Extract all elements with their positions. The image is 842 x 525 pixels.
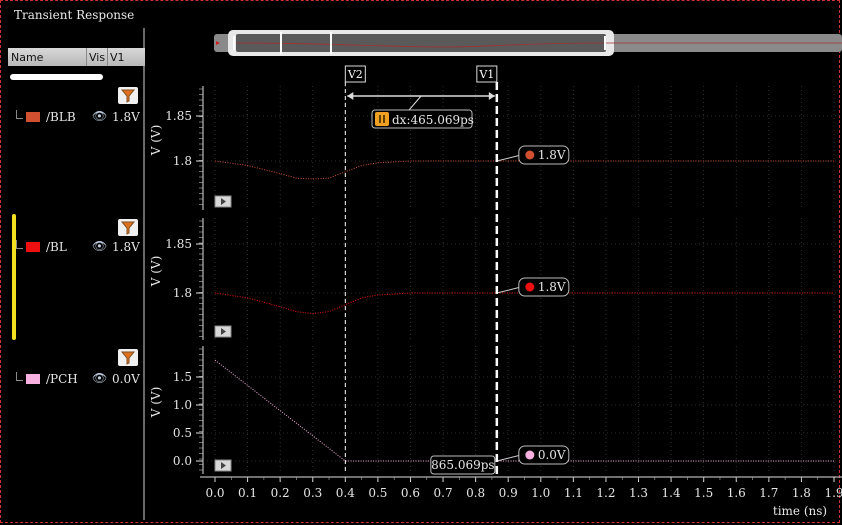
x-tick-label: 1.9 (824, 486, 842, 500)
x-tick-label: 0.9 (499, 486, 518, 500)
y-tick-label: 1.85 (165, 109, 192, 123)
x-tick-label: 0.5 (368, 486, 387, 500)
play-button[interactable] (214, 195, 232, 208)
y-axis-label: V (V) (149, 387, 163, 419)
marker-dot (525, 450, 535, 460)
marker-value: 1.8V (538, 280, 566, 294)
x-tick-label: 0.2 (271, 486, 290, 500)
x-tick-label: 0.6 (401, 486, 420, 500)
pause-bar-right (383, 115, 385, 123)
x-tick-label: 1.8 (792, 486, 811, 500)
x-tick-label: 1.2 (596, 486, 615, 500)
y-tick-label: 1.5 (173, 370, 192, 384)
x-tick-label: 1.7 (759, 486, 778, 500)
delta-label[interactable]: dx:465.069ps (371, 109, 474, 129)
x-tick-label: 1.3 (629, 486, 648, 500)
play-button[interactable] (214, 459, 232, 472)
y-tick-label: 0.5 (173, 426, 192, 440)
marker-leader (496, 286, 521, 294)
play-button[interactable] (214, 325, 232, 338)
x-tick-label: 1.1 (564, 486, 583, 500)
x-tick-label: 0.3 (303, 486, 322, 500)
pause-icon[interactable] (375, 112, 389, 126)
marker-leader (496, 454, 521, 462)
marker-dot (525, 150, 535, 160)
marker-value: 0.0V (538, 448, 566, 462)
cursor-v2-label-text: V2 (347, 68, 363, 81)
cursor-v1-time: 865.069ps (430, 455, 496, 475)
y-tick-label: 1.8 (173, 286, 192, 300)
y-tick-label: 1.0 (173, 398, 192, 412)
x-tick-label: 0.4 (336, 486, 355, 500)
x-tick-label: 1.5 (694, 486, 713, 500)
x-tick-label: 0.0 (205, 486, 224, 500)
plot-panel[interactable]: 0.0 0.5 1.0 1.5 V (V) 0.0V (149, 346, 842, 474)
x-tick-label: 1.4 (662, 486, 681, 500)
x-tick-label: 0.1 (238, 486, 257, 500)
y-tick-label: 1.8 (173, 154, 192, 168)
pause-bar-left (379, 115, 381, 123)
cursor-time-value: 865.069ps (431, 458, 494, 472)
cursor-v1-label-text: V1 (478, 68, 494, 81)
delta-value: dx:465.069ps (392, 113, 474, 127)
y-axis-label: V (V) (149, 125, 163, 157)
marker-value: 1.8V (538, 148, 566, 162)
y-axis-label: V (V) (149, 256, 163, 288)
delta-arrow-head-left (347, 92, 354, 100)
cursor-v2-label[interactable]: V2 (344, 65, 366, 83)
y-tick-label: 1.85 (165, 237, 192, 251)
marker-dot (525, 282, 535, 292)
x-tick-label: 1.0 (531, 486, 550, 500)
plot-panel[interactable]: 1.8 1.85V (V) 1.8V (149, 218, 842, 340)
cursor-v1-label[interactable]: V1 (476, 65, 498, 83)
delta-arrow-head-right (488, 92, 495, 100)
waveform-plot[interactable]: 1.81.85V (V) 1.8V1.81.85V (V)1.8V0.00.51.… (0, 0, 842, 525)
y-tick-label: 0.0 (173, 454, 192, 468)
x-tick-label: 0.7 (434, 486, 453, 500)
x-tick-label: 0.8 (466, 486, 485, 500)
x-tick-label: 1.6 (727, 486, 746, 500)
x-axis: 0.0 0.1 0.2 0.3 0.4 0.5 0.6 0.7 0.8 0.9 1.0 1.1 1.2 1… (200, 476, 842, 518)
marker-leader (496, 154, 521, 162)
plot-panel[interactable]: 1.8 1.85V (V) 1.8V (149, 86, 842, 210)
x-axis-label: time (ns) (773, 504, 827, 518)
